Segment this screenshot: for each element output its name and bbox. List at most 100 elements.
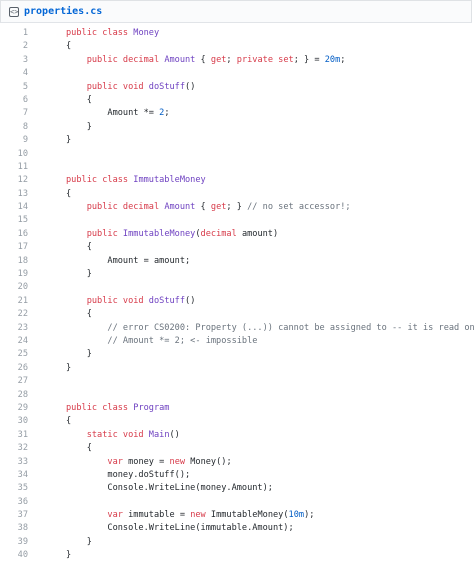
line-number[interactable]: 26: [0, 362, 32, 375]
code-line: 14 public decimal Amount { get; } // no …: [0, 201, 474, 214]
code-token: }: [66, 135, 72, 146]
code-token: static void: [66, 429, 149, 440]
file-name-link[interactable]: properties.cs: [24, 6, 102, 17]
line-number[interactable]: 4: [0, 67, 32, 80]
code-token: money.doStuff();: [66, 469, 191, 480]
line-number[interactable]: 40: [0, 549, 32, 562]
line-number[interactable]: 38: [0, 522, 32, 535]
code-line: 15: [0, 214, 474, 227]
line-number[interactable]: 20: [0, 281, 32, 294]
line-content: var money = new Money();: [66, 456, 231, 469]
line-content: Console.WriteLine(money.Amount);: [66, 482, 273, 495]
line-number[interactable]: 10: [0, 148, 32, 161]
line-number[interactable]: 28: [0, 389, 32, 402]
code-token: Money: [133, 28, 160, 38]
code-token: {: [66, 188, 72, 199]
code-token: get: [210, 202, 227, 213]
code-view: 1 public class Money 2 {3 public decimal Am…: [0, 27, 474, 563]
line-number[interactable]: 14: [0, 201, 32, 214]
line-number[interactable]: 27: [0, 375, 32, 388]
code-token: );: [304, 510, 315, 521]
code-token: }: [66, 550, 72, 561]
code-token: ;: [340, 54, 346, 65]
line-number[interactable]: 8: [0, 121, 32, 134]
line-content: }: [66, 134, 71, 147]
code-token: var: [107, 456, 123, 467]
code-token: }: [66, 536, 92, 547]
line-number[interactable]: 1: [0, 27, 32, 40]
code-line: 38 Console.WriteLine(immutable.Amount);: [0, 522, 474, 535]
code-token: public decimal: [66, 54, 165, 65]
line-number[interactable]: 21: [0, 295, 32, 308]
line-number[interactable]: 3: [0, 54, 32, 67]
line-number[interactable]: 9: [0, 134, 32, 147]
line-number[interactable]: 13: [0, 188, 32, 201]
line-number[interactable]: 19: [0, 268, 32, 281]
code-token: {: [195, 54, 211, 65]
line-content: public class Money: [66, 27, 159, 40]
line-content: public decimal Amount { get; private set…: [66, 54, 346, 67]
line-number[interactable]: 29: [0, 402, 32, 415]
line-number[interactable]: 22: [0, 308, 32, 321]
code-line: 7 Amount *= 2;: [0, 107, 474, 120]
line-number[interactable]: 24: [0, 335, 32, 348]
line-number[interactable]: 39: [0, 536, 32, 549]
line-number[interactable]: 2: [0, 40, 32, 53]
code-token: {: [66, 443, 92, 454]
code-token: private set: [236, 54, 294, 65]
code-token: ; }: [226, 202, 248, 213]
line-content: Amount = amount;: [66, 255, 190, 268]
code-line: 9}: [0, 134, 474, 147]
line-number[interactable]: 12: [0, 174, 32, 187]
line-number[interactable]: 34: [0, 469, 32, 482]
code-token: amount): [236, 228, 279, 239]
line-content: }: [66, 362, 71, 375]
line-number[interactable]: 30: [0, 415, 32, 428]
line-content: money.doStuff();: [66, 469, 190, 482]
line-content: {: [66, 188, 71, 201]
line-number[interactable]: 7: [0, 107, 32, 120]
code-token: Amount *=: [66, 108, 160, 119]
line-number[interactable]: 6: [0, 94, 32, 107]
code-line: 28: [0, 389, 474, 402]
code-file-icon: <>: [9, 6, 19, 17]
line-content: public void doStuff(): [66, 295, 196, 308]
line-number[interactable]: 36: [0, 496, 32, 509]
line-number[interactable]: 37: [0, 509, 32, 522]
line-number[interactable]: 33: [0, 456, 32, 469]
line-content: {: [66, 442, 92, 455]
code-token: {: [66, 94, 92, 105]
code-line: 18 Amount = amount;: [0, 255, 474, 268]
line-number[interactable]: 5: [0, 81, 32, 94]
code-token: ImmutableMoney: [122, 228, 196, 239]
line-number[interactable]: 16: [0, 228, 32, 241]
line-content: static void Main(): [66, 429, 180, 442]
line-content: {: [66, 94, 92, 107]
line-content: public class ImmutableMoney: [66, 174, 206, 187]
code-token: Amount: [164, 54, 196, 65]
line-number[interactable]: 17: [0, 241, 32, 254]
code-token: 10m: [288, 510, 305, 521]
line-number[interactable]: 31: [0, 429, 32, 442]
code-token: Amount = amount;: [66, 255, 191, 266]
line-number[interactable]: 11: [0, 161, 32, 174]
code-token: public class: [66, 175, 134, 186]
code-token: public decimal: [66, 202, 165, 213]
code-token: ;: [164, 108, 170, 119]
code-token: doStuff: [148, 81, 186, 92]
code-line: 34 money.doStuff();: [0, 469, 474, 482]
line-number[interactable]: 23: [0, 322, 32, 335]
line-content: {: [66, 415, 71, 428]
line-number[interactable]: 32: [0, 442, 32, 455]
code-line: 16 public ImmutableMoney(decimal amount): [0, 228, 474, 241]
code-token: ;: [226, 54, 237, 65]
code-token: // no set accessor!;: [247, 202, 351, 213]
line-number[interactable]: 35: [0, 482, 32, 495]
line-number[interactable]: 15: [0, 214, 32, 227]
line-number[interactable]: 25: [0, 348, 32, 361]
line-content: {: [66, 241, 92, 254]
line-number[interactable]: 18: [0, 255, 32, 268]
code-token: (): [185, 81, 196, 92]
